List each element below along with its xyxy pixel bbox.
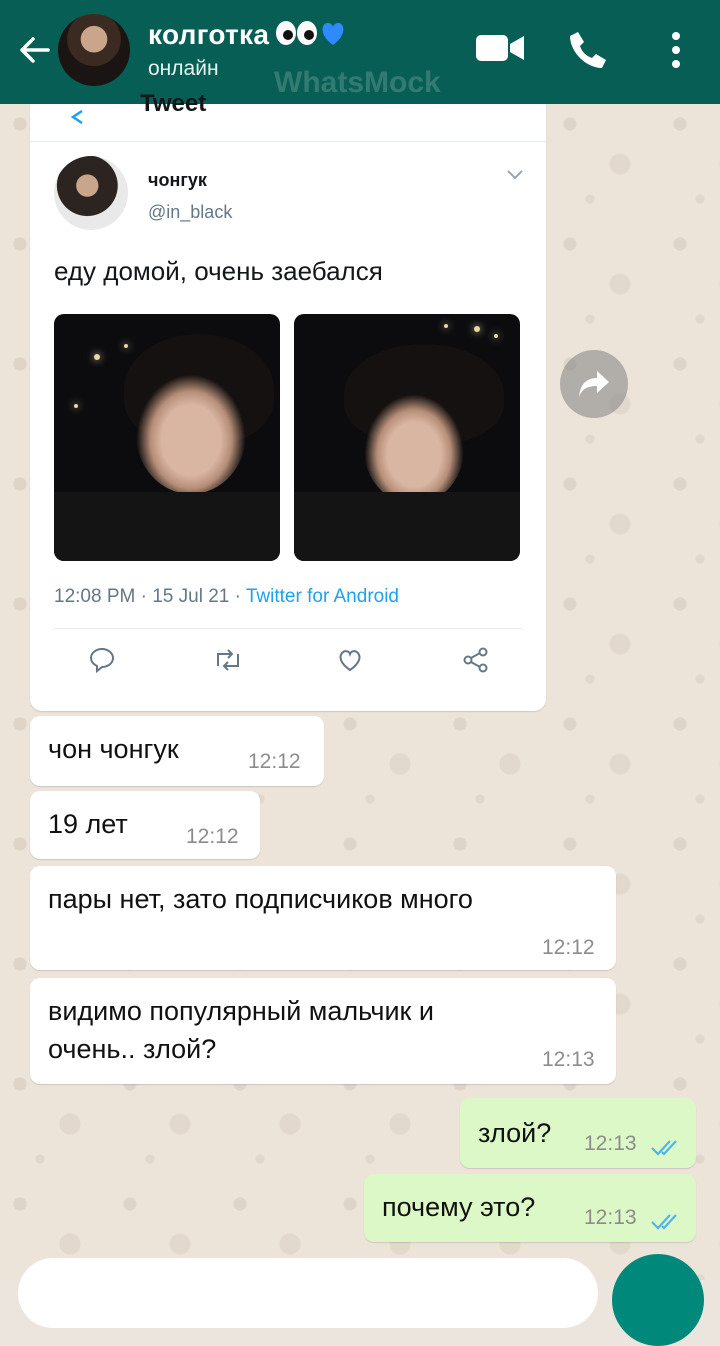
- message-bubble-incoming[interactable]: чон чонгук 12:12: [30, 716, 324, 786]
- contact-status: онлайн: [148, 57, 219, 80]
- share-icon: [462, 646, 490, 679]
- message-bubble-incoming[interactable]: пары нет, зато подписчиков много 12:12: [30, 866, 616, 970]
- back-arrow-icon[interactable]: [14, 30, 54, 70]
- double-check-read-icon: [650, 1134, 682, 1165]
- like-heart-icon: [336, 646, 364, 679]
- tweet-author-handle: @in_black: [148, 202, 233, 222]
- tweet-photo-2: [294, 314, 520, 561]
- message-bubble-outgoing[interactable]: почему это? 12:13: [364, 1174, 696, 1242]
- message-bubble-outgoing[interactable]: злой? 12:13: [460, 1098, 696, 1168]
- tweet-back-icon: [68, 104, 88, 130]
- reply-icon: [88, 646, 116, 679]
- contact-name[interactable]: колготка: [148, 18, 347, 55]
- watermark-text: WhatsMock: [274, 66, 441, 99]
- tweet-text: еду домой, очень заебался: [54, 256, 383, 286]
- message-bubble-incoming[interactable]: 19 лет 12:12: [30, 791, 260, 859]
- tweet-meta: 12:08 PM · 15 Jul 21 · Twitter for Andro…: [54, 586, 399, 607]
- tweet-image-message[interactable]: Tweet чонгук @in_black еду домой, очень …: [30, 90, 546, 711]
- tweet-author-name: чонгук: [148, 170, 207, 190]
- tweet-author-avatar: [54, 156, 128, 230]
- forward-button[interactable]: [560, 350, 628, 418]
- eyes-emoji-icon: [275, 18, 347, 55]
- divider: [30, 141, 546, 142]
- double-check-read-icon: [650, 1208, 682, 1239]
- mic-button[interactable]: [612, 1254, 704, 1346]
- message-bubble-incoming[interactable]: видимо популярный мальчик и очень.. злой…: [30, 978, 616, 1084]
- tweet-photo-1: [54, 314, 280, 561]
- message-input[interactable]: [18, 1258, 598, 1328]
- more-options-icon[interactable]: [664, 30, 688, 75]
- divider: [54, 628, 522, 629]
- retweet-icon: [212, 646, 244, 679]
- tweet-source-link: Twitter for Android: [245, 586, 399, 607]
- contact-avatar[interactable]: [58, 14, 130, 86]
- tweet-page-title: Tweet: [140, 90, 207, 117]
- video-call-icon[interactable]: [474, 30, 526, 71]
- chevron-down-icon: [506, 168, 524, 186]
- voice-call-icon[interactable]: [566, 28, 610, 77]
- forward-icon: [579, 371, 609, 397]
- chat-header: колготка онлайн WhatsMock: [0, 0, 720, 104]
